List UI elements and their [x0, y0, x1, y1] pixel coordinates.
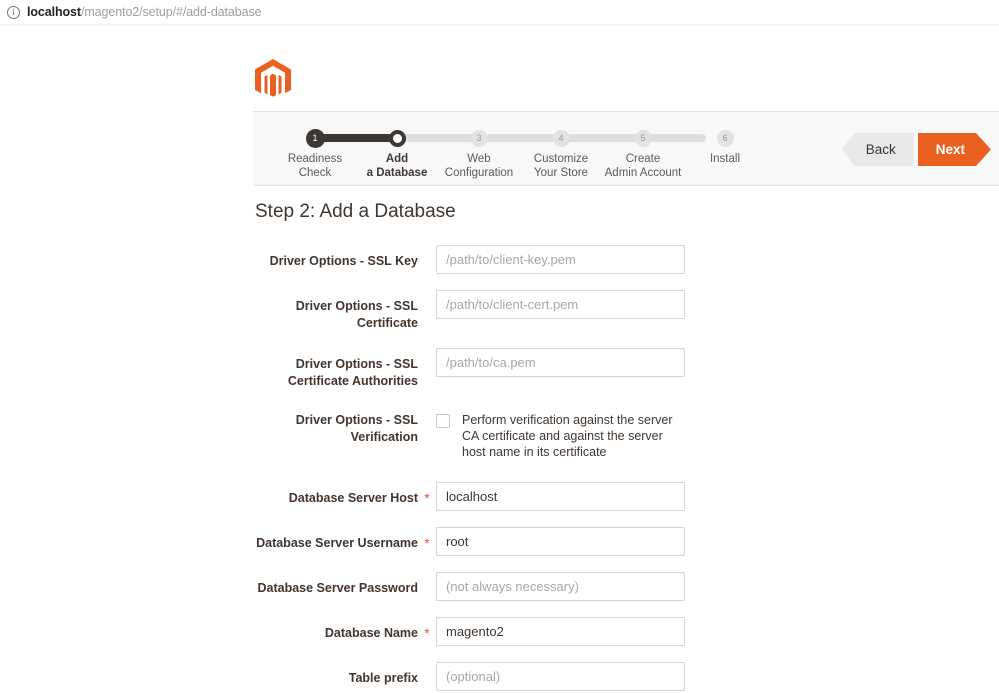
step-label-5-line2: Admin Account: [601, 166, 685, 180]
label-ssl-certificate-authorities: Driver Options - SSL Certificate Authori…: [253, 348, 418, 390]
control-ssl-certificate-authorities: [436, 348, 685, 377]
browser-address-bar[interactable]: i localhost/magento2/setup/#/add-databas…: [0, 0, 999, 25]
required-marker-ssl-key: *: [418, 245, 436, 269]
step-label-3-line1: Web: [437, 152, 521, 166]
label-database-name: Database Name: [253, 617, 418, 642]
step-label-1-line2: Check: [273, 166, 357, 180]
field-row-ssl-verification: Driver Options - SSL Verification * Perf…: [253, 406, 999, 460]
required-marker-database-server-host: *: [418, 482, 436, 506]
url-path: /magento2/setup/#/add-database: [81, 5, 261, 19]
step-label-2-line2: a Database: [355, 166, 439, 180]
label-database-server-username: Database Server Username: [253, 527, 418, 552]
step-label-5-line1: Create: [601, 152, 685, 166]
step-label-2: Add a Database: [355, 152, 439, 180]
label-ssl-key: Driver Options - SSL Key: [253, 245, 418, 270]
control-database-server-username: [436, 527, 685, 556]
next-button[interactable]: Next: [918, 133, 991, 166]
label-table-prefix: Table prefix: [253, 662, 418, 687]
control-table-prefix: [436, 662, 685, 691]
step-number-2: 2: [389, 130, 406, 147]
control-database-name: [436, 617, 685, 646]
wizard-step-add-a-database[interactable]: 2 Add a Database: [355, 112, 439, 180]
input-ssl-certificate[interactable]: [436, 290, 685, 319]
input-ssl-key[interactable]: [436, 245, 685, 274]
label-database-server-password: Database Server Password: [253, 572, 418, 597]
setup-page: 1 Readiness Check 2 Add a Database 3 Web…: [0, 25, 999, 693]
step-label-6: Install: [683, 152, 767, 166]
wizard-nav-buttons: Back Next: [842, 133, 991, 166]
required-marker-ssl-verification: *: [418, 406, 436, 430]
required-marker-ssl-certificate: *: [418, 290, 436, 314]
step-number-5: 5: [635, 130, 652, 147]
step-label-5: Create Admin Account: [601, 152, 685, 180]
step-label-3-line2: Configuration: [437, 166, 521, 180]
field-row-ssl-key: Driver Options - SSL Key *: [253, 245, 999, 274]
page-title: Step 2: Add a Database: [255, 201, 999, 223]
wizard-step-customize-your-store[interactable]: 4 Customize Your Store: [519, 112, 603, 180]
step-label-2-line1: Add: [355, 152, 439, 166]
wizard-step-web-configuration[interactable]: 3 Web Configuration: [437, 112, 521, 180]
step-number-4: 4: [553, 130, 570, 147]
input-database-server-host[interactable]: [436, 482, 685, 511]
label-ssl-certificate: Driver Options - SSL Certificate: [253, 290, 418, 332]
label-ssl-verification: Driver Options - SSL Verification: [253, 406, 418, 446]
wizard-steps: 1 Readiness Check 2 Add a Database 3 Web…: [273, 112, 748, 185]
url-host: localhost: [27, 5, 81, 19]
wizard-step-readiness-check[interactable]: 1 Readiness Check: [273, 112, 357, 180]
step-number-3: 3: [471, 130, 488, 147]
field-row-ssl-certificate-authorities: Driver Options - SSL Certificate Authori…: [253, 348, 999, 390]
step-number-1: 1: [307, 130, 324, 147]
field-row-database-name: Database Name *: [253, 617, 999, 646]
required-marker-ssl-ca: *: [418, 348, 436, 372]
control-ssl-verification: Perform verification against the server …: [436, 406, 685, 460]
field-row-database-server-password: Database Server Password *: [253, 572, 999, 601]
setup-form: Step 2: Add a Database Driver Options - …: [253, 201, 999, 693]
input-database-name[interactable]: [436, 617, 685, 646]
control-ssl-key: [436, 245, 685, 274]
field-row-database-server-username: Database Server Username *: [253, 527, 999, 556]
step-label-6-line1: Install: [683, 152, 767, 166]
required-marker-database-name: *: [418, 617, 436, 641]
field-row-ssl-certificate: Driver Options - SSL Certificate *: [253, 290, 999, 332]
control-ssl-certificate: [436, 290, 685, 319]
field-row-database-server-host: Database Server Host *: [253, 482, 999, 511]
step-label-3: Web Configuration: [437, 152, 521, 180]
wizard-step-create-admin-account[interactable]: 5 Create Admin Account: [601, 112, 685, 180]
checkbox-ssl-verification[interactable]: [436, 414, 450, 428]
input-table-prefix[interactable]: [436, 662, 685, 691]
ssl-verification-checkbox-row: Perform verification against the server …: [436, 406, 685, 460]
input-database-server-username[interactable]: [436, 527, 685, 556]
required-marker-database-server-username: *: [418, 527, 436, 551]
step-label-4-line1: Customize: [519, 152, 603, 166]
input-ssl-certificate-authorities[interactable]: [436, 348, 685, 377]
input-database-server-password[interactable]: [436, 572, 685, 601]
url-text: localhost/magento2/setup/#/add-database: [27, 5, 261, 19]
wizard-nav-bar: 1 Readiness Check 2 Add a Database 3 Web…: [253, 111, 999, 186]
back-button[interactable]: Back: [842, 133, 914, 166]
wizard-step-install[interactable]: 6 Install: [683, 112, 767, 166]
checkbox-label-ssl-verification: Perform verification against the server …: [462, 412, 685, 460]
step-label-4: Customize Your Store: [519, 152, 603, 180]
step-label-1: Readiness Check: [273, 152, 357, 180]
required-marker-table-prefix: *: [418, 662, 436, 686]
control-database-server-password: [436, 572, 685, 601]
step-label-1-line1: Readiness: [273, 152, 357, 166]
step-label-4-line2: Your Store: [519, 166, 603, 180]
control-database-server-host: [436, 482, 685, 511]
required-marker-database-server-password: *: [418, 572, 436, 596]
field-row-table-prefix: Table prefix *: [253, 662, 999, 691]
info-circle-icon[interactable]: i: [7, 6, 20, 19]
magento-logo-icon: [253, 58, 293, 100]
step-number-6: 6: [717, 130, 734, 147]
label-database-server-host: Database Server Host: [253, 482, 418, 507]
